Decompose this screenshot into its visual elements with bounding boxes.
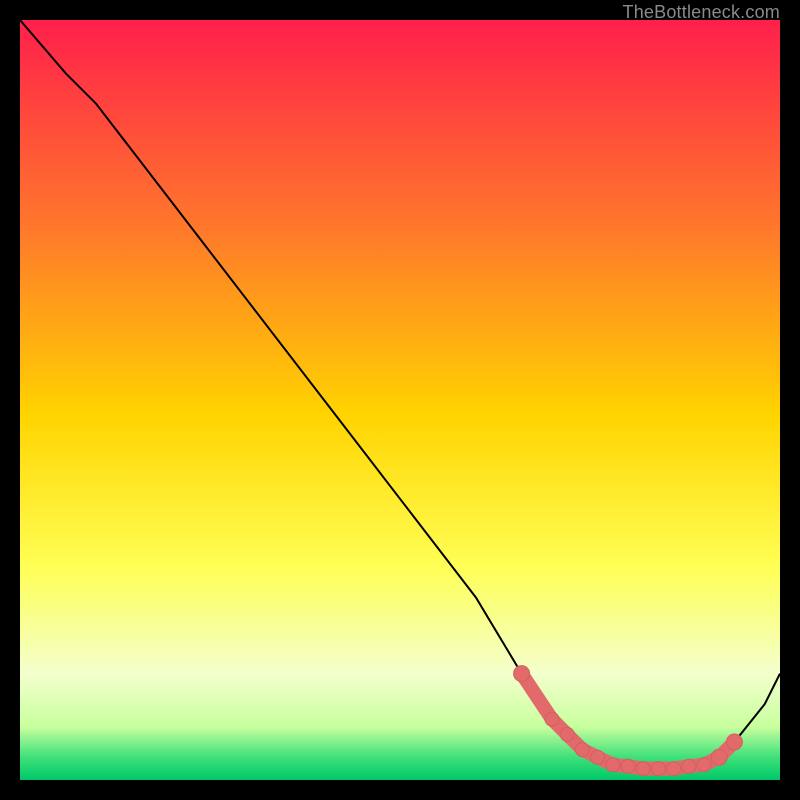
marker-dot bbox=[636, 762, 650, 776]
marker-dot bbox=[560, 727, 574, 741]
marker-dot bbox=[682, 759, 696, 773]
marker-dot bbox=[711, 749, 727, 765]
marker-dot bbox=[651, 762, 665, 776]
gradient-background bbox=[20, 20, 780, 780]
marker-dot bbox=[667, 762, 681, 776]
chart-stage: TheBottleneck.com bbox=[0, 0, 800, 800]
marker-dot bbox=[545, 712, 559, 726]
plot-area bbox=[20, 20, 780, 780]
marker-dot bbox=[591, 750, 605, 764]
chart-svg bbox=[20, 20, 780, 780]
marker-dot bbox=[697, 758, 711, 772]
marker-dot bbox=[606, 758, 620, 772]
marker-dot bbox=[575, 743, 589, 757]
marker-dot bbox=[514, 666, 530, 682]
marker-dot bbox=[621, 759, 635, 773]
marker-dot bbox=[726, 734, 742, 750]
